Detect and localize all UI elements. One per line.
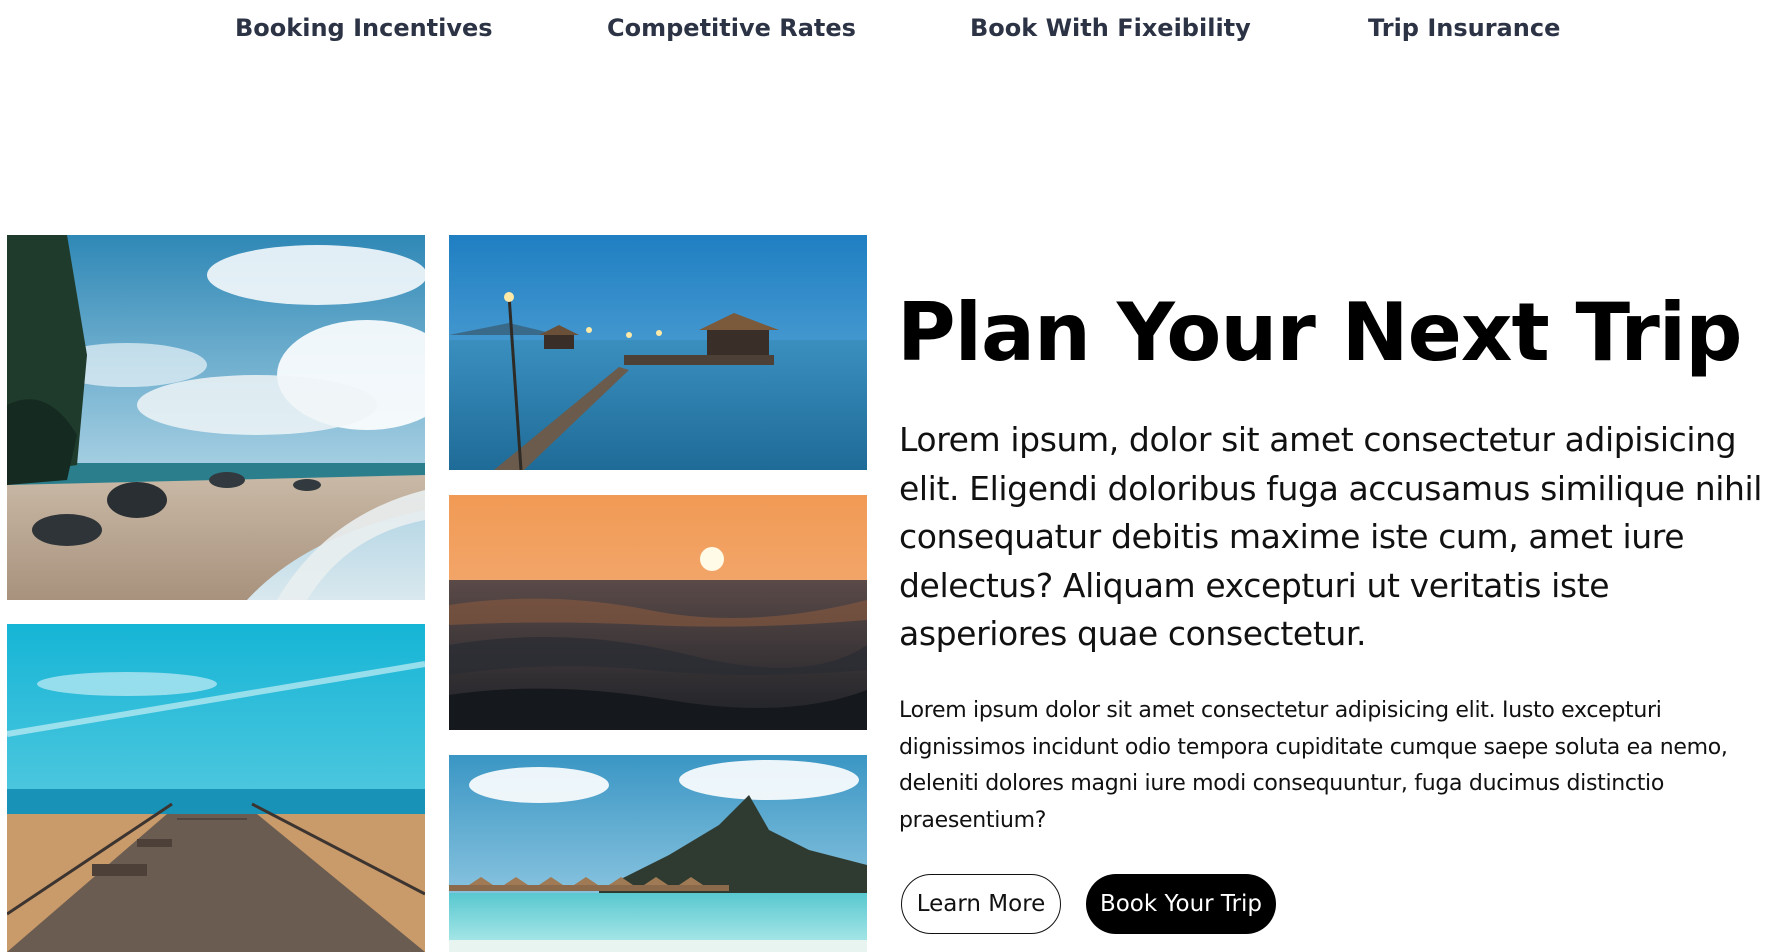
book-your-trip-button[interactable]: Book Your Trip: [1086, 874, 1276, 934]
sunset-waves-photo: [449, 495, 867, 730]
hero-body-paragraph: Lorem ipsum dolor sit amet consectetur a…: [899, 698, 1728, 833]
nav-item-trip-insurance[interactable]: Trip Insurance: [1368, 14, 1560, 42]
learn-more-button[interactable]: Learn More: [901, 874, 1061, 934]
nav-item-booking-incentives[interactable]: Booking Incentives: [235, 14, 493, 42]
hero-title: Plan Your Next Trip: [897, 286, 1742, 379]
nav-item-competitive-rates[interactable]: Competitive Rates: [607, 14, 856, 42]
pier-dusk-photo: [449, 235, 867, 470]
nav-item-book-with-flexibility[interactable]: Book With Fixeibility: [970, 14, 1251, 42]
top-nav: Booking Incentives Competitive Rates Boo…: [0, 0, 1773, 70]
beach-palms-photo: [7, 235, 425, 600]
island-bungalows-photo: [449, 755, 867, 952]
boardwalk-photo: [7, 624, 425, 952]
hero-lead-paragraph: Lorem ipsum, dolor sit amet consectetur …: [899, 420, 1763, 653]
